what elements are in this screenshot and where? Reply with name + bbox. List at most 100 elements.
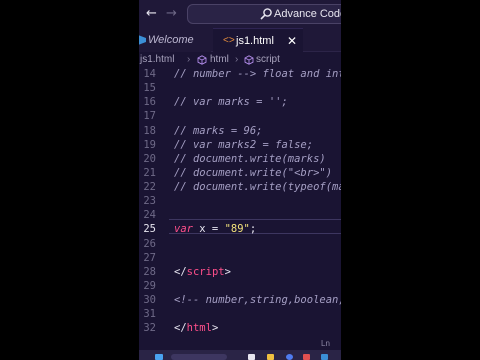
command-center-text: Advance Code Av — [274, 8, 341, 20]
code-line[interactable]: 15 — [139, 81, 341, 95]
breadcrumb-file[interactable]: js1.html — [140, 53, 174, 67]
element-cube-icon — [244, 55, 254, 65]
line-number: 27 — [143, 251, 156, 264]
code-text: var x = "89"; — [174, 222, 256, 236]
line-number: 29 — [143, 279, 156, 292]
code-text: <!-- number,string,boolean,und — [174, 293, 341, 307]
code-text: // document.write(marks) — [174, 152, 326, 166]
breadcrumb: js1.html › html › script — [139, 53, 341, 67]
code-text: // var marks2 = false; — [174, 138, 313, 152]
code-line[interactable]: 31 — [139, 307, 341, 321]
status-bar: Ln 25 — [139, 338, 341, 360]
letterbox-right — [341, 0, 480, 360]
code-text: // number --> float and integ — [174, 67, 341, 81]
code-token: // marks = 96; — [174, 124, 263, 137]
code-text: // marks = 96; — [174, 124, 263, 138]
code-line[interactable]: 30 <!-- number,string,boolean,und — [139, 293, 341, 307]
taskbar-app-icon[interactable] — [303, 354, 310, 360]
search-icon — [260, 8, 272, 20]
taskbar-app-icon[interactable] — [248, 354, 255, 360]
code-token: ; — [249, 223, 257, 236]
code-token: // document.write(typeof(mark — [174, 181, 341, 194]
line-number: 23 — [143, 195, 156, 208]
line-number: 26 — [143, 237, 156, 250]
windows-start-icon[interactable] — [155, 354, 163, 360]
vscode-taskbar-icon[interactable] — [321, 354, 328, 360]
breadcrumb-script[interactable]: script — [256, 53, 280, 67]
code-token: // document.write("<br>") — [174, 166, 333, 179]
breadcrumb-separator: › — [187, 54, 191, 65]
code-line[interactable]: 29 — [139, 279, 341, 293]
code-line[interactable]: 22 // document.write(typeof(mark — [139, 180, 341, 194]
line-number: 19 — [143, 138, 156, 151]
taskbar-app-icon[interactable] — [286, 354, 293, 360]
line-number: 32 — [143, 322, 156, 335]
tab-js1-html-label: js1.html — [236, 35, 274, 47]
code-token: </ — [174, 265, 187, 278]
html-file-icon: <> — [223, 35, 235, 46]
line-number: 14 — [143, 68, 156, 80]
code-token: html — [186, 322, 212, 335]
code-token: > — [224, 265, 231, 278]
code-text: </html> — [174, 321, 218, 335]
code-line[interactable]: 25 var x = "89"; — [139, 222, 341, 236]
code-line[interactable]: 21 // document.write("<br>") — [139, 166, 341, 180]
line-number: 20 — [143, 152, 156, 165]
title-bar: ← → Advance Code Av — [139, 0, 341, 28]
vscode-window: ← → Advance Code Av Welcome <> js1.html … — [139, 0, 341, 360]
element-cube-icon — [197, 55, 207, 65]
vscode-logo-icon — [139, 35, 146, 45]
arrow-right-icon[interactable]: → — [166, 6, 182, 22]
code-line[interactable]: 19 // var marks2 = false; — [139, 138, 341, 152]
line-number: 15 — [143, 82, 156, 95]
tab-bar: Welcome <> js1.html ✕ — [139, 28, 341, 52]
code-line[interactable]: 24 — [139, 208, 341, 222]
code-token: x = — [192, 223, 225, 236]
breadcrumb-separator: › — [235, 54, 239, 65]
arrow-left-icon[interactable]: ← — [146, 6, 162, 22]
code-line[interactable]: 23 — [139, 194, 341, 208]
code-line[interactable]: 26 — [139, 237, 341, 251]
code-token: "89" — [224, 223, 250, 236]
folder-icon[interactable] — [267, 354, 274, 360]
code-line[interactable]: 32 </html> — [139, 321, 341, 335]
line-number: 24 — [143, 209, 156, 222]
line-number: 16 — [143, 96, 156, 109]
code-line[interactable]: 16 // var marks = ''; — [139, 95, 341, 109]
tab-js1-html[interactable]: <> js1.html ✕ — [213, 28, 303, 52]
code-editor[interactable]: 14 // number --> float and integ 15 16 // va… — [139, 67, 341, 338]
code-token: </ — [174, 322, 187, 335]
code-token: // document.write(marks) — [174, 152, 326, 165]
code-line[interactable]: 17 — [139, 109, 341, 123]
code-token: // var marks2 = false; — [174, 138, 314, 151]
line-number: 17 — [143, 110, 156, 123]
code-line[interactable]: 18 // marks = 96; — [139, 124, 341, 138]
line-number: 21 — [143, 166, 156, 179]
line-number: 25 — [143, 223, 156, 236]
taskbar — [139, 350, 341, 360]
line-number: 30 — [143, 294, 156, 307]
line-number: 31 — [143, 308, 156, 321]
command-center-search[interactable]: Advance Code Av — [187, 4, 341, 24]
code-text: // document.write(typeof(mark — [174, 180, 341, 194]
code-line[interactable]: 28 </script> — [139, 265, 341, 279]
code-text: // var marks = ''; — [174, 95, 288, 109]
code-token: // var marks = ''; — [174, 96, 288, 109]
code-token: // number --> float and integ — [174, 68, 341, 80]
letterbox-left — [0, 0, 139, 360]
code-line[interactable]: 14 // number --> float and integ — [139, 67, 341, 81]
code-token: script — [186, 265, 225, 278]
tab-welcome-label: Welcome — [148, 34, 194, 46]
line-number: 18 — [143, 124, 156, 137]
code-line[interactable]: 27 — [139, 251, 341, 265]
taskbar-search-box[interactable] — [171, 354, 227, 360]
close-icon[interactable]: ✕ — [287, 29, 297, 53]
code-token: > — [211, 322, 219, 335]
line-number: 22 — [143, 181, 156, 194]
code-text: </script> — [174, 265, 231, 279]
code-token: var — [174, 223, 193, 236]
breadcrumb-html[interactable]: html — [210, 53, 229, 67]
code-line[interactable]: 20 // document.write(marks) — [139, 152, 341, 166]
tab-welcome[interactable]: Welcome — [139, 28, 211, 52]
code-token: <!-- number,string,boolean,und — [174, 294, 341, 307]
